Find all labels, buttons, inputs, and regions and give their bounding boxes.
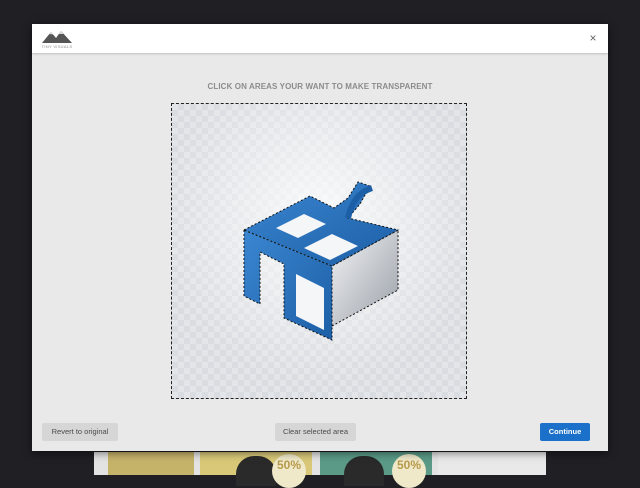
logo-text: TINY VISUALS — [41, 44, 73, 49]
modal-header: TINY VISUALS × — [32, 24, 608, 53]
brand-logo: TINY VISUALS — [40, 28, 74, 50]
instruction-text: CLICK ON AREAS YOUR WANT TO MAKE TRANSPA… — [207, 82, 433, 91]
background-card — [108, 452, 194, 475]
discount-badge: 50% — [392, 454, 426, 488]
clear-selection-button[interactable]: Clear selected area — [275, 423, 356, 441]
mountain-logo-icon — [42, 31, 72, 43]
background-person-image — [236, 456, 276, 486]
discount-badge: 50% — [272, 454, 306, 488]
transparency-modal: TINY VISUALS × CLICK ON AREAS YOUR WANT … — [32, 24, 608, 451]
revert-button[interactable]: Revert to original — [42, 423, 118, 441]
continue-button[interactable]: Continue — [540, 423, 590, 441]
close-button[interactable]: × — [586, 31, 600, 45]
background-card — [438, 452, 546, 475]
cube-logo-image — [242, 181, 400, 341]
close-icon: × — [589, 31, 597, 45]
image-canvas[interactable] — [171, 103, 467, 399]
background-person-image — [344, 456, 384, 486]
